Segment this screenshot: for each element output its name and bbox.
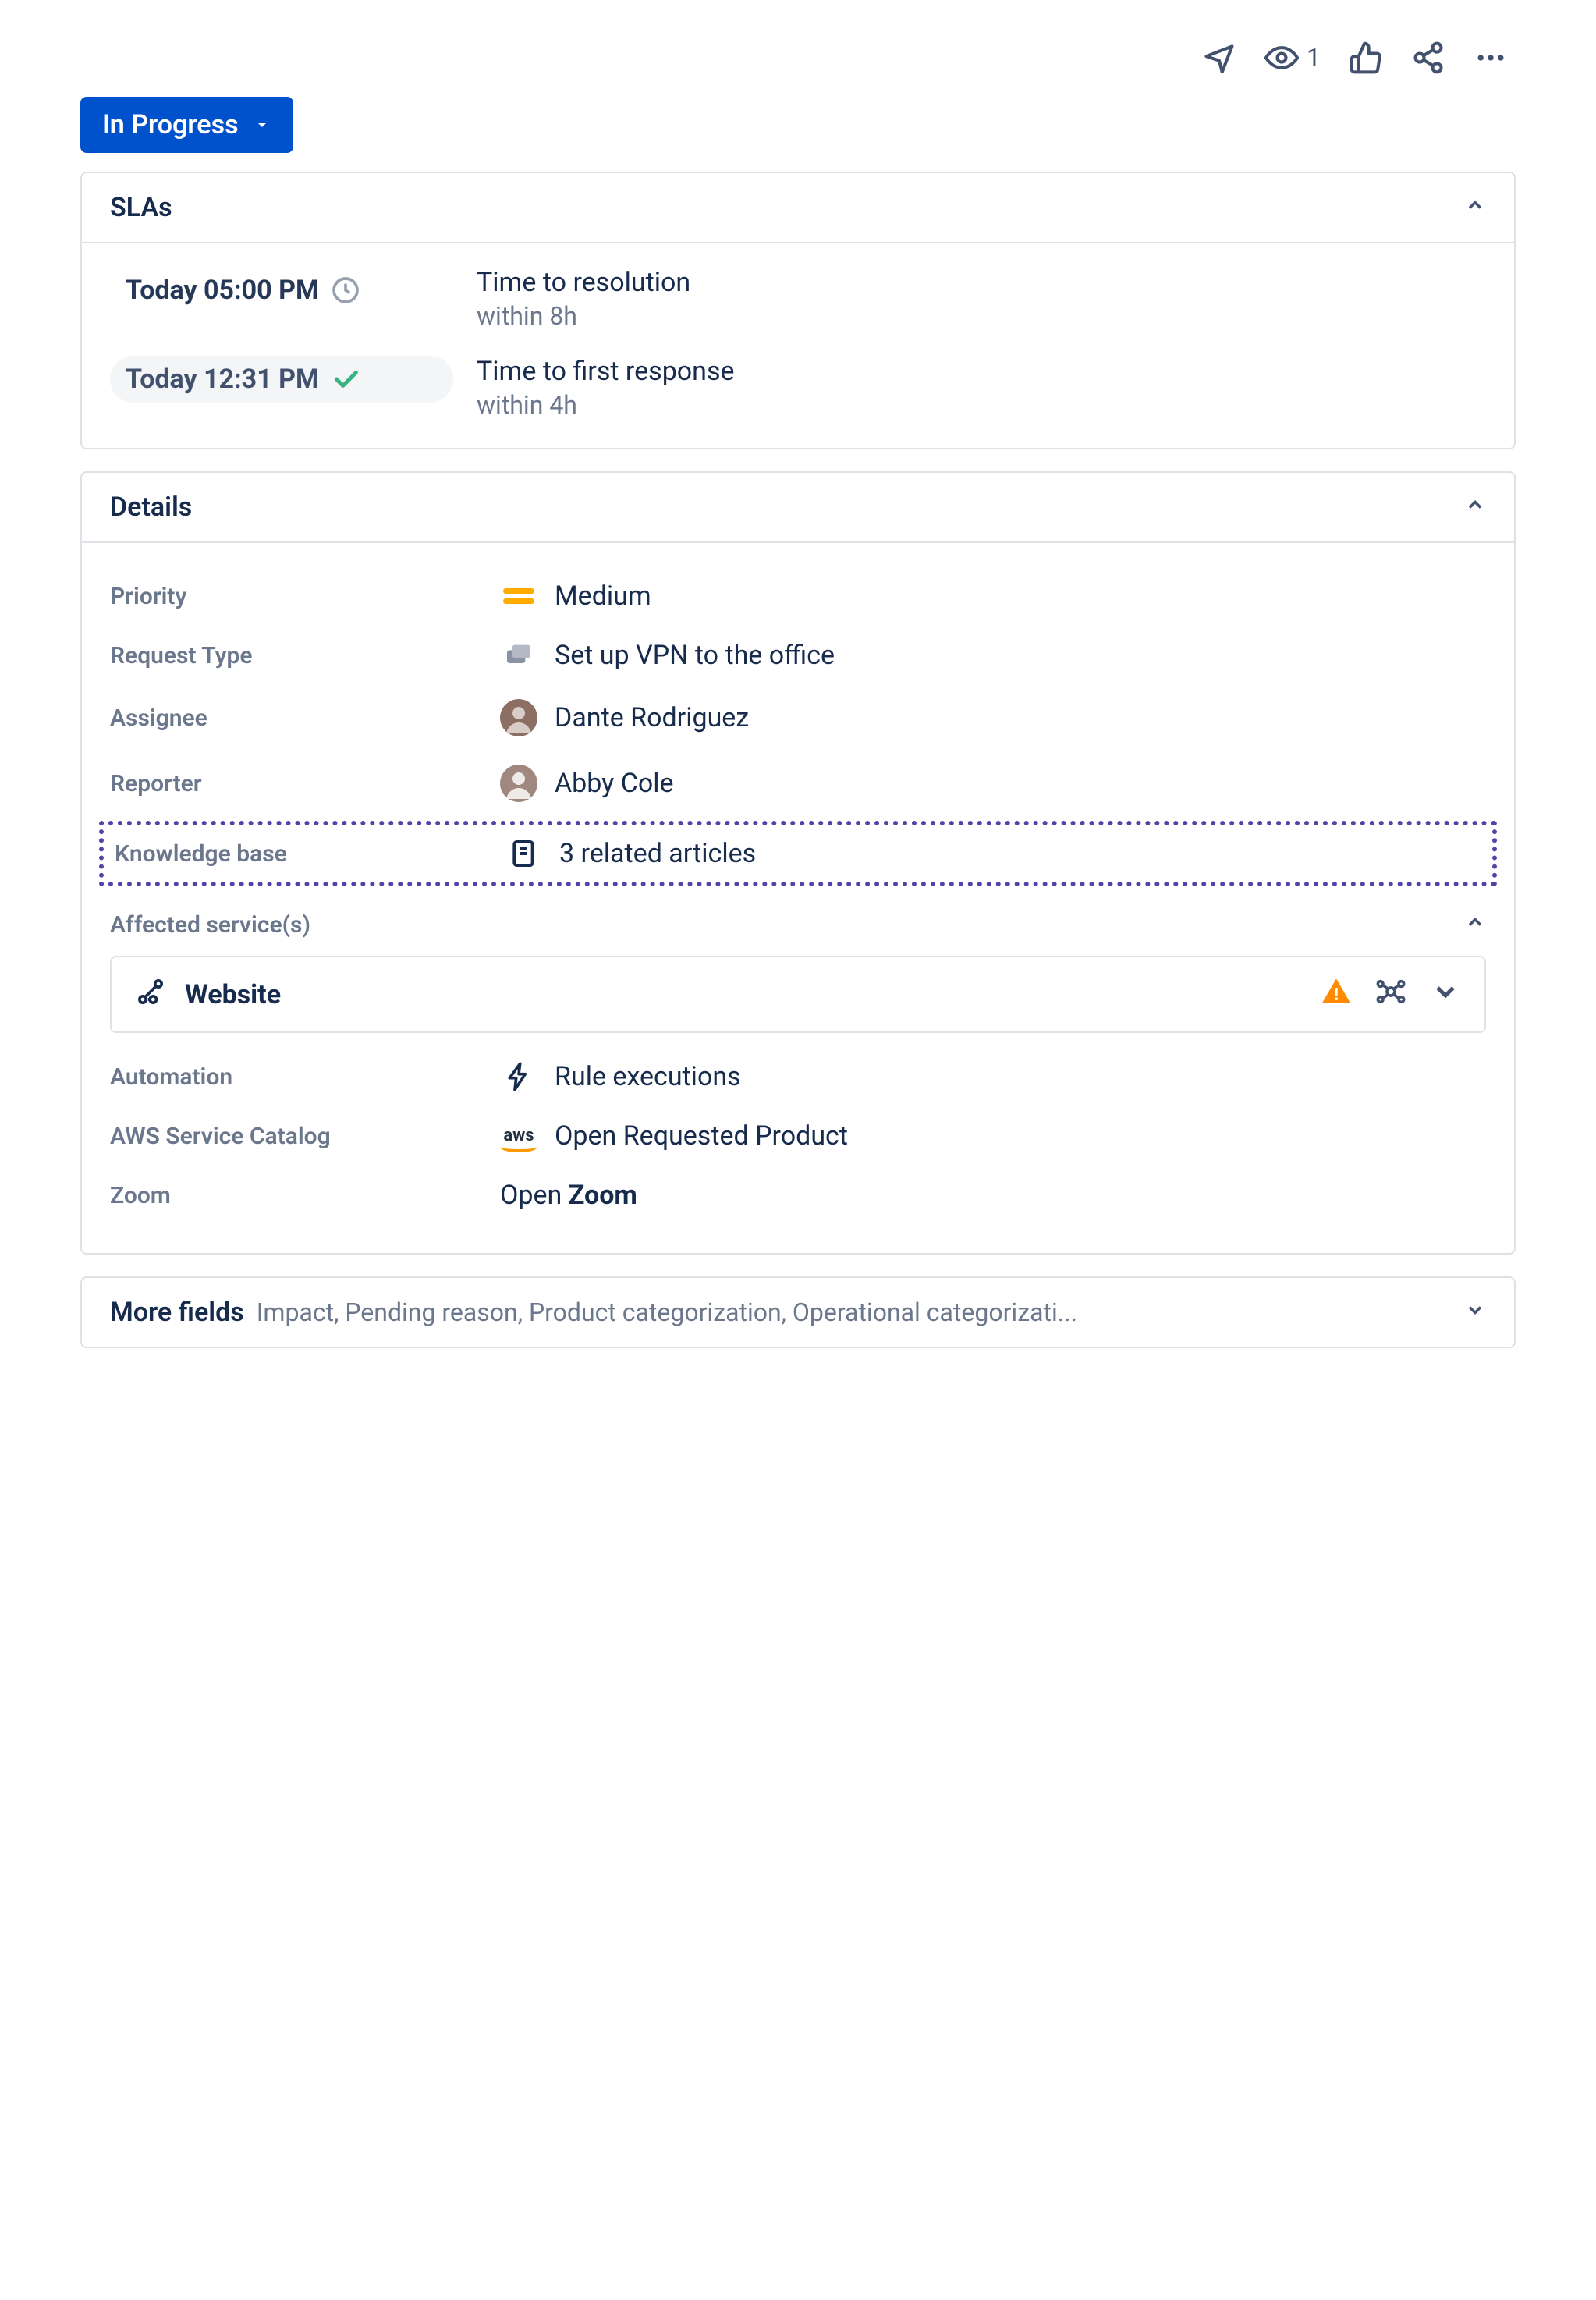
sla-time-badge-met: Today 12:31 PM	[110, 356, 453, 403]
slas-panel-title: SLAs	[110, 192, 172, 223]
check-icon	[330, 364, 361, 395]
chevron-up-icon	[1464, 194, 1486, 222]
details-panel: Details Priority Medium Request Type	[80, 471, 1516, 1255]
warning-icon	[1321, 976, 1352, 1013]
chevron-down-icon	[253, 115, 271, 134]
priority-field[interactable]: Priority Medium	[110, 566, 1486, 626]
assignee-avatar	[500, 699, 537, 736]
service-graph-icon	[135, 976, 166, 1013]
sla-time-badge: Today 05:00 PM	[110, 267, 453, 314]
watch-count: 1	[1307, 43, 1321, 73]
assignee-field[interactable]: Assignee Dante Rodriguez	[110, 685, 1486, 751]
sla-goal: within 8h	[477, 301, 690, 331]
like-button[interactable]	[1349, 41, 1383, 75]
aws-catalog-field[interactable]: AWS Service Catalog aws Open Requested P…	[110, 1106, 1486, 1166]
article-icon	[505, 838, 542, 869]
status-dropdown[interactable]: In Progress	[80, 97, 293, 153]
priority-medium-icon	[500, 588, 537, 604]
sla-row: Today 12:31 PM Time to first response wi…	[110, 356, 1486, 420]
share-button[interactable]	[1411, 41, 1445, 75]
automation-field[interactable]: Automation Rule executions	[110, 1047, 1486, 1106]
slas-panel: SLAs Today 05:00 PM Time to resolution w…	[80, 172, 1516, 449]
affected-service-card[interactable]: Website	[110, 956, 1486, 1033]
chevron-down-icon	[1464, 1299, 1486, 1326]
affected-services-header[interactable]: Affected service(s)	[110, 891, 1486, 949]
chevron-up-icon	[1464, 911, 1486, 939]
sla-goal: within 4h	[477, 390, 735, 420]
reporter-field[interactable]: Reporter Abby Cole	[110, 751, 1486, 816]
feedback-icon[interactable]	[1202, 41, 1236, 75]
status-label: In Progress	[102, 109, 239, 140]
service-graph-action-icon[interactable]	[1375, 976, 1406, 1013]
aws-logo-icon: aws	[500, 1127, 537, 1145]
knowledge-base-field[interactable]: Knowledge base 3 related articles	[115, 835, 1481, 872]
chevron-down-icon[interactable]	[1430, 976, 1461, 1013]
more-fields-panel[interactable]: More fields Impact, Pending reason, Prod…	[80, 1276, 1516, 1348]
watch-button[interactable]: 1	[1264, 41, 1321, 75]
request-type-field[interactable]: Request Type Set up VPN to the office	[110, 626, 1486, 685]
clock-icon	[330, 275, 361, 306]
zoom-field[interactable]: Zoom Open Zoom	[110, 1166, 1486, 1225]
request-type-icon	[500, 640, 537, 671]
details-panel-header[interactable]: Details	[82, 473, 1514, 543]
lightning-icon	[500, 1061, 537, 1092]
details-panel-title: Details	[110, 492, 192, 523]
reporter-avatar	[500, 765, 537, 802]
sla-row: Today 05:00 PM Time to resolution within…	[110, 267, 1486, 331]
issue-actions-bar: 1	[80, 31, 1516, 97]
sla-label: Time to first response	[477, 356, 735, 387]
more-actions-button[interactable]	[1474, 41, 1508, 75]
chevron-up-icon	[1464, 494, 1486, 521]
knowledge-base-highlight: Knowledge base 3 related articles	[99, 821, 1497, 886]
slas-panel-header[interactable]: SLAs	[82, 173, 1514, 243]
sla-label: Time to resolution	[477, 267, 690, 298]
